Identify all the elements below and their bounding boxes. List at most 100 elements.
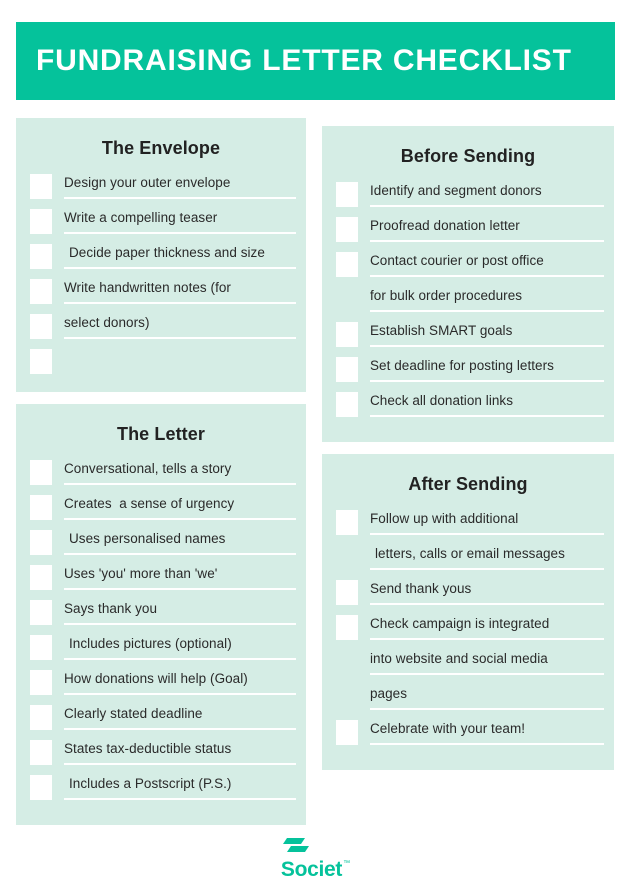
checklist-row-line: Write a compelling teaser [64,208,296,234]
checkbox-contact-courier-or-post-office[interactable] [336,252,358,277]
checkbox-write-handwritten-notes-for[interactable] [30,279,52,304]
checkbox-uses-personalised-names[interactable] [30,530,52,555]
left-column: The Envelope Design your outer envelope Wr… [16,118,306,837]
right-column: Before Sending Identify and segment donor… [322,126,614,782]
checklist-item-label: Uses 'you' more than 'we' [64,566,218,581]
checklist-row: Contact courier or post office [336,251,604,279]
checklist-row: Send thank yous [336,579,604,607]
checklist-item-label: into website and social media [370,651,548,666]
checklist-item-label: Send thank yous [370,581,472,596]
checklist-row: Says thank you [30,599,296,627]
checklist-items: Design your outer envelope Write a compel… [16,173,306,376]
checklist-row: Includes a Postscript (P.S.) [30,774,296,802]
checklist-items: Conversational, tells a story Creates a s… [16,459,306,802]
societ-logo-text: Societ [280,858,343,881]
checklist-row: Identify and segment donors [336,181,604,209]
checklist-row: Conversational, tells a story [30,459,296,487]
checklist-row-line: for bulk order procedures [370,286,604,312]
checklist-row-line: Conversational, tells a story [64,459,296,485]
checklist-row: into website and social media [336,649,604,677]
checklist-row: for bulk order procedures [336,286,604,314]
checklist-item-label: States tax-deductible status [64,741,232,756]
checkbox-celebrate-with-your-team[interactable] [336,720,358,745]
checklist-row-line: Uses personalised names [64,529,296,555]
checklist-item-label: Includes a Postscript (P.S.) [69,776,232,791]
checklist-item-label: pages [370,686,408,701]
checklist-item-label: Identify and segment donors [370,183,542,198]
checklist-row: letters, calls or email messages [336,544,604,572]
checkbox-proofread-donation-letter[interactable] [336,217,358,242]
checklist-row: Design your outer envelope [30,173,296,201]
checklist-row-line: Proofread donation letter [370,216,604,242]
checklist-page: FUNDRAISING LETTER CHECKLIST The Envelop… [0,0,631,893]
checklist-row: Check campaign is integrated [336,614,604,642]
checkbox-conversational-tells-a-story[interactable] [30,460,52,485]
checkbox-how-donations-will-help-goal[interactable] [30,670,52,695]
checkbox-states-tax-deductible-status[interactable] [30,740,52,765]
checklist-item-label: for bulk order procedures [370,288,523,303]
checklist-item-label: Says thank you [64,601,158,616]
checkbox-send-thank-yous[interactable] [336,580,358,605]
checklist-item-label: Creates a sense of urgency [64,496,235,511]
checklist-row: Follow up with additional [336,509,604,537]
checkbox-clearly-stated-deadline[interactable] [30,705,52,730]
checklist-row: Uses personalised names [30,529,296,557]
checklist-item-label: Set deadline for posting letters [370,358,554,373]
checklist-item-label: Write a compelling teaser [64,210,218,225]
checklist-item-label: Decide paper thickness and size [69,245,265,260]
checkbox-design-your-outer-envelope[interactable] [30,174,52,199]
checkbox-partial[interactable] [30,349,52,374]
societ-logo: Societ ™ [281,838,350,880]
societ-logo-mark-icon [282,838,309,858]
checklist-card-the-envelope: The Envelope Design your outer envelope Wr… [16,118,306,392]
checklist-row: Creates a sense of urgency [30,494,296,522]
checkbox-says-thank-you[interactable] [30,600,52,625]
checklist-row-line: Creates a sense of urgency [64,494,296,520]
checkbox-decide-paper-thickness-and-size[interactable] [30,244,52,269]
checklist-row: Decide paper thickness and size [30,243,296,271]
checklist-item-label: letters, calls or email messages [375,546,565,561]
card-title: The Letter [116,424,205,444]
checklist-item-label: Follow up with additional [370,511,519,526]
checkbox-check-all-donation-links[interactable] [336,392,358,417]
footer: Societ ™ [0,838,631,880]
header-banner: FUNDRAISING LETTER CHECKLIST [16,22,615,100]
checklist-row-line: Establish SMART goals [370,321,604,347]
checklist-item-label: Write handwritten notes (for [64,280,231,295]
checklist-row-line: letters, calls or email messages [370,544,604,570]
checklist-items: Identify and segment donors Proofread don… [322,181,614,419]
checklist-row: Write a compelling teaser [30,208,296,236]
card-title: The Envelope [101,138,221,158]
checklist-row-line: Design your outer envelope [64,173,296,199]
checkbox-uses-you-more-than-we[interactable] [30,565,52,590]
checkbox-creates-a-sense-of-urgency[interactable] [30,495,52,520]
checkbox-select-donors[interactable] [30,314,52,339]
checkbox-check-campaign-is-integrated[interactable] [336,615,358,640]
checklist-row: Establish SMART goals [336,321,604,349]
checklist-item-label: Contact courier or post office [370,253,544,268]
checkbox-establish-smart-goals[interactable] [336,322,358,347]
checklist-item-label: Proofread donation letter [370,218,520,233]
checkbox-follow-up-with-additional[interactable] [336,510,358,535]
page-title: FUNDRAISING LETTER CHECKLIST [36,44,572,77]
checklist-row: pages [336,684,604,712]
checklist-item-label: Celebrate with your team! [370,721,526,736]
checklist-row: Check all donation links [336,391,604,419]
checklist-row-line: Set deadline for posting letters [370,356,604,382]
checklist-item-label: How donations will help (Goal) [64,671,248,686]
checkbox-includes-a-postscript-p-s[interactable] [30,775,52,800]
card-title: After Sending [408,474,528,494]
checkbox-set-deadline-for-posting-letters[interactable] [336,357,358,382]
checklist-item-label: Design your outer envelope [64,175,231,190]
checklist-item-label: Check campaign is integrated [370,616,550,631]
trademark-icon: ™ [343,860,351,867]
checkbox-identify-and-segment-donors[interactable] [336,182,358,207]
checklist-row-line: select donors) [64,313,296,339]
checklist-row-line: Contact courier or post office [370,251,604,277]
checklist-row: Celebrate with your team! [336,719,604,747]
societ-logo-wordmark: Societ ™ [281,859,350,880]
checkbox-write-a-compelling-teaser[interactable] [30,209,52,234]
checkbox-includes-pictures-optional[interactable] [30,635,52,660]
checklist-item-label: Conversational, tells a story [64,461,232,476]
checklist-card-the-letter: The Letter Conversational, tells a story C… [16,404,306,825]
